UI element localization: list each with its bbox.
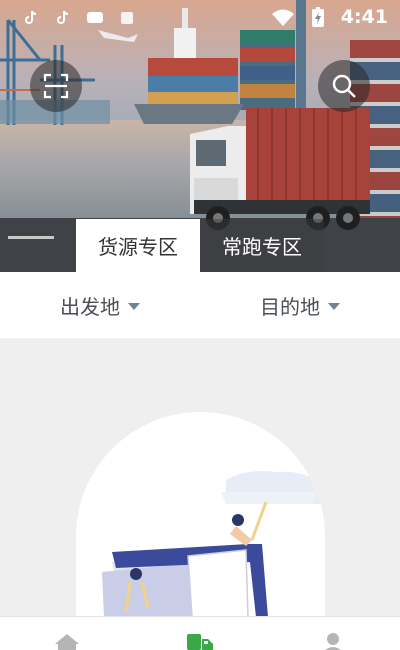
tiktok-icon (22, 9, 40, 27)
home-icon (54, 634, 79, 650)
route-filter-bar: 出发地 目的地 (0, 272, 400, 338)
bottom-nav (0, 616, 400, 650)
notification-icon (118, 9, 136, 27)
tab-frequent-routes[interactable]: 常跑专区 (200, 219, 324, 272)
hero-banner: 4:41 货源专区 常跑专区 (0, 0, 400, 272)
road-marking (8, 236, 54, 239)
search-button[interactable] (318, 60, 370, 112)
origin-filter-label: 出发地 (60, 294, 120, 319)
search-icon (332, 74, 356, 98)
wifi-icon (271, 8, 295, 26)
destination-filter-label: 目的地 (260, 294, 320, 319)
empty-state-artwork (102, 471, 325, 618)
chevron-down-icon (328, 302, 340, 310)
truck-icon (186, 634, 213, 650)
tab-cargo-zone[interactable]: 货源专区 (76, 219, 200, 272)
chevron-down-icon (128, 302, 140, 310)
nav-home[interactable] (0, 617, 133, 650)
status-time: 4:41 (340, 6, 388, 28)
scan-icon (43, 73, 69, 99)
profile-icon (325, 633, 342, 650)
message-icon (86, 9, 104, 27)
scan-button[interactable] (30, 60, 82, 112)
nav-profile[interactable] (267, 617, 400, 650)
zone-tabs: 货源专区 常跑专区 (76, 219, 324, 272)
battery-charging-icon (309, 7, 327, 27)
tiktok-icon (54, 9, 72, 27)
origin-filter[interactable]: 出发地 (0, 272, 200, 338)
empty-state-illustration (76, 412, 325, 622)
nav-cargo[interactable] (133, 617, 266, 650)
destination-filter[interactable]: 目的地 (200, 272, 400, 338)
status-bar: 4:41 (0, 0, 400, 36)
